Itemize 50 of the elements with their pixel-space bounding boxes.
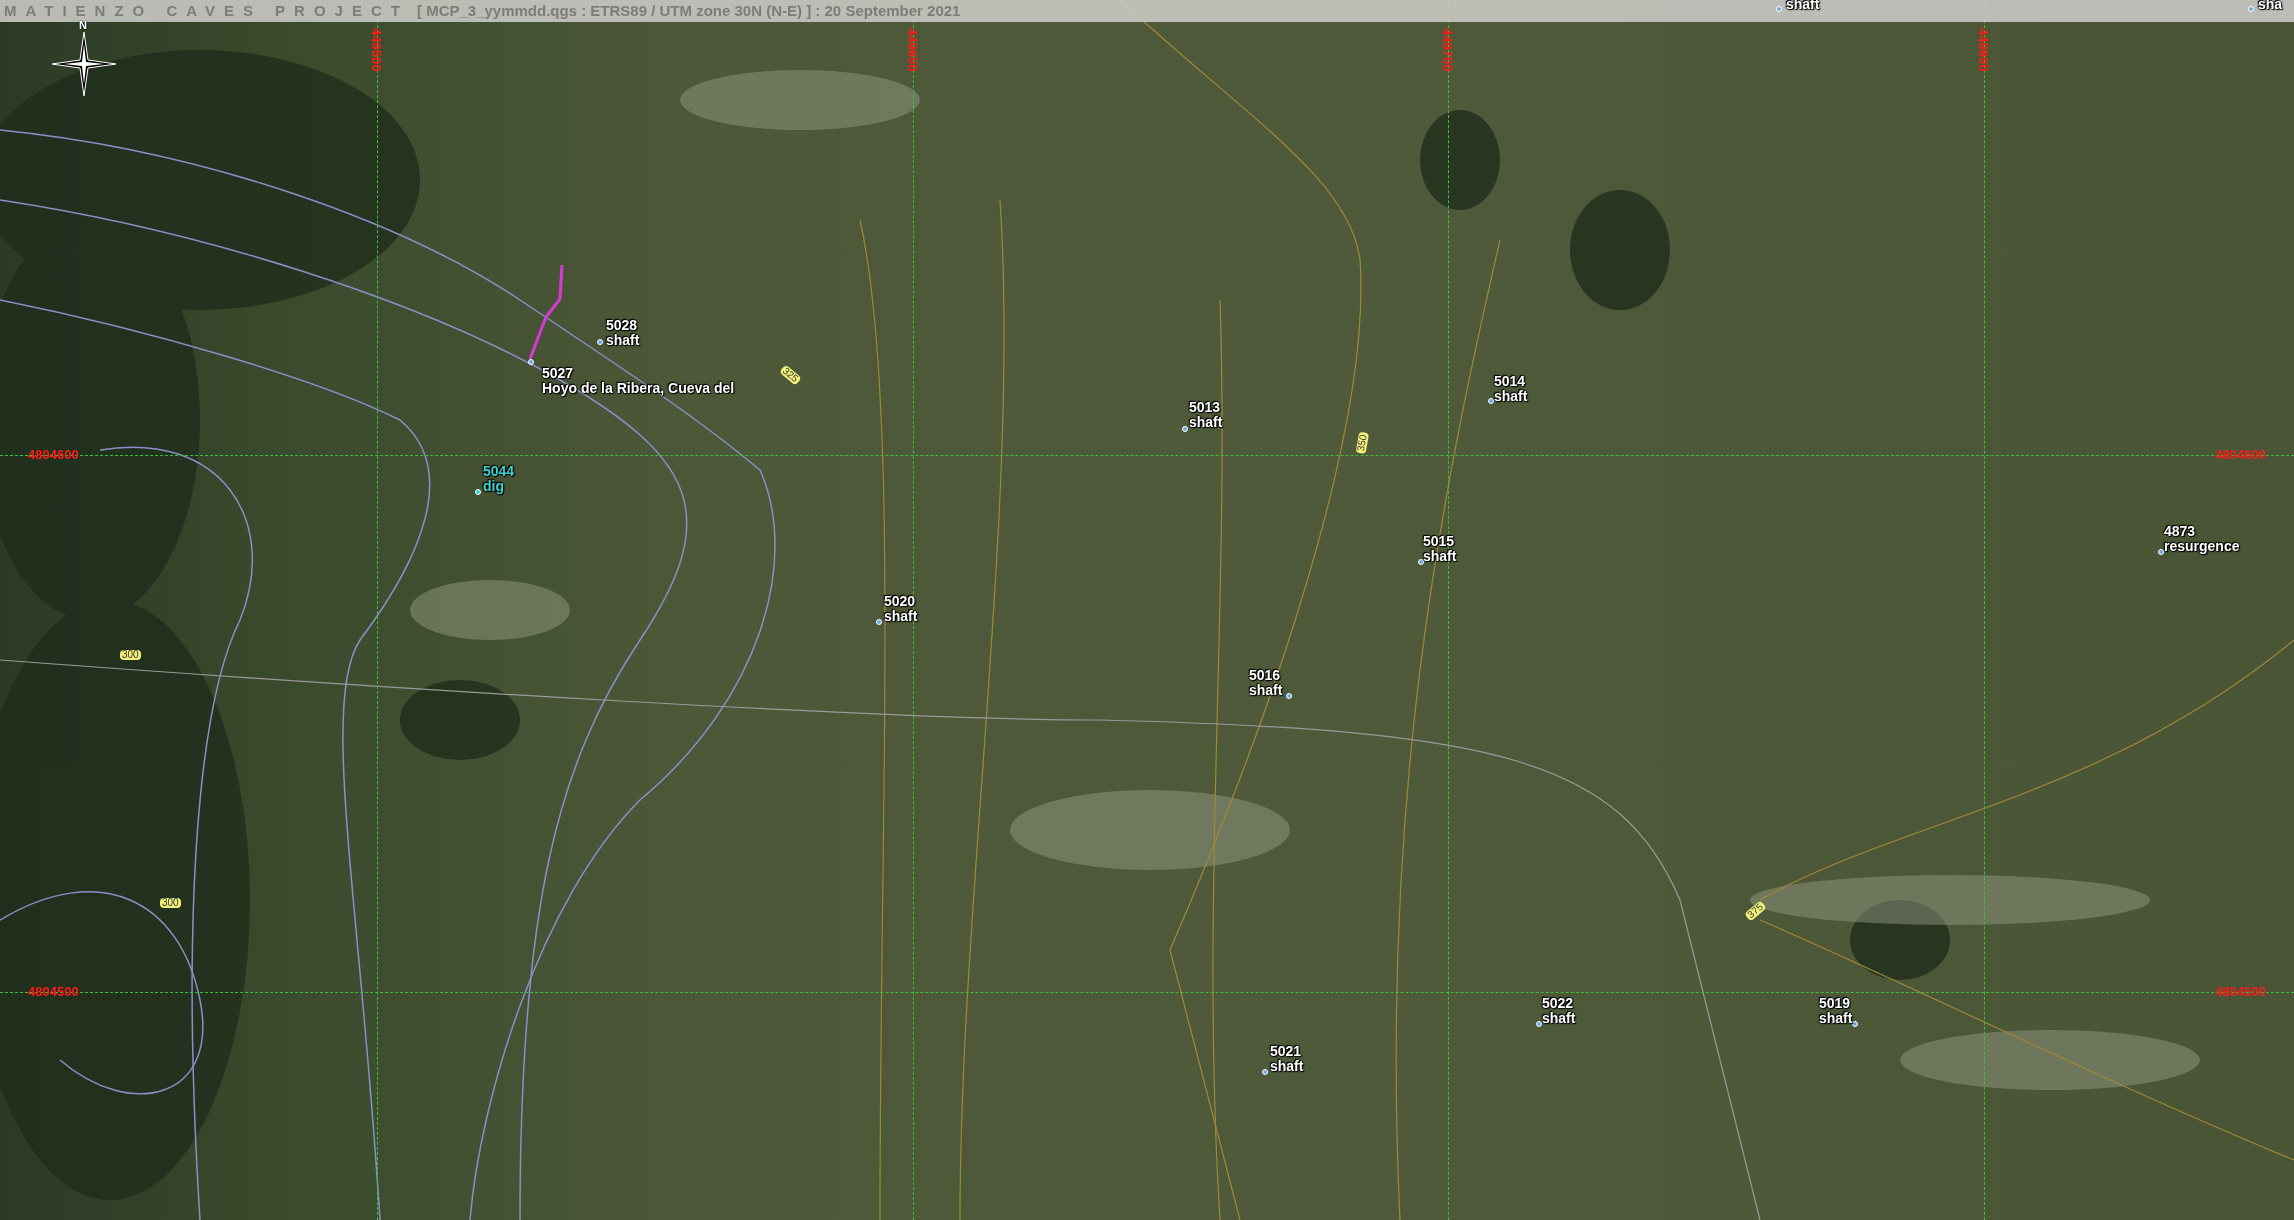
cave-site-marker (1418, 559, 1424, 565)
site-number: 5014 (1494, 374, 1527, 389)
northing-label: 4804600 (2215, 448, 2266, 461)
cave-site-marker (1286, 693, 1292, 699)
site-number: 5016 (1249, 668, 1282, 683)
site-number: 5044 (483, 464, 515, 479)
site-type: shaft (1542, 1011, 1576, 1026)
cave-site-marker (1262, 1069, 1268, 1075)
site-type: shaft (606, 333, 640, 348)
contour-label: 300 (120, 650, 141, 660)
site-number: 5022 (1542, 996, 1575, 1011)
site-type: shaft (1189, 415, 1223, 430)
northing-label: 4804600 (28, 448, 79, 461)
site-number: 5028 (606, 318, 639, 333)
site-number: 5013 (1189, 400, 1222, 415)
site-type: shaft (1249, 683, 1283, 698)
contour-label: 300 (160, 898, 181, 908)
northing-label: 4804500 (28, 985, 79, 998)
site-type: shaft (1270, 1059, 1304, 1074)
north-label: N (79, 20, 87, 31)
cave-site-marker (876, 619, 882, 625)
cave-site-marker (528, 359, 534, 365)
site-number: 4873 (2164, 524, 2197, 539)
cave-site-marker (2248, 6, 2254, 12)
site-number: 5021 (1270, 1044, 1303, 1059)
site-type: shaft (1494, 389, 1528, 404)
site-number: 5019 (1819, 996, 1852, 1011)
site-type: resurgence (2164, 539, 2240, 554)
site-type: shaft (1423, 549, 1457, 564)
cave-site-marker (1776, 6, 1782, 12)
northing-label: 4804500 (2215, 985, 2266, 998)
site-number: 5015 (1423, 534, 1456, 549)
cave-site-marker (1852, 1021, 1858, 1027)
easting-label: 449700 (1441, 28, 1454, 72)
site-number: 5020 (884, 594, 917, 609)
easting-label: 449600 (906, 28, 919, 72)
site-type: dig (483, 479, 505, 494)
site-type: shaft (884, 609, 918, 624)
project-title: MATIENZO CAVES PROJECT (4, 3, 409, 18)
easting-label: 449500 (370, 28, 383, 72)
cave-site-marker (2158, 549, 2164, 555)
map-details: [ MCP_3_yymmdd.qgs : ETRS89 / UTM zone 30N (N-E) ] : 20 September 2021 (416, 3, 961, 18)
cave-site-marker (1488, 398, 1494, 404)
cave-site-marker (597, 339, 603, 345)
cave-site-marker (1182, 426, 1188, 432)
cave-site-marker (1536, 1021, 1542, 1027)
easting-label: 449800 (1977, 28, 1990, 72)
site-type: shaft (1819, 1011, 1853, 1026)
cave-site-marker (475, 489, 481, 495)
north-arrow-icon (52, 32, 116, 96)
